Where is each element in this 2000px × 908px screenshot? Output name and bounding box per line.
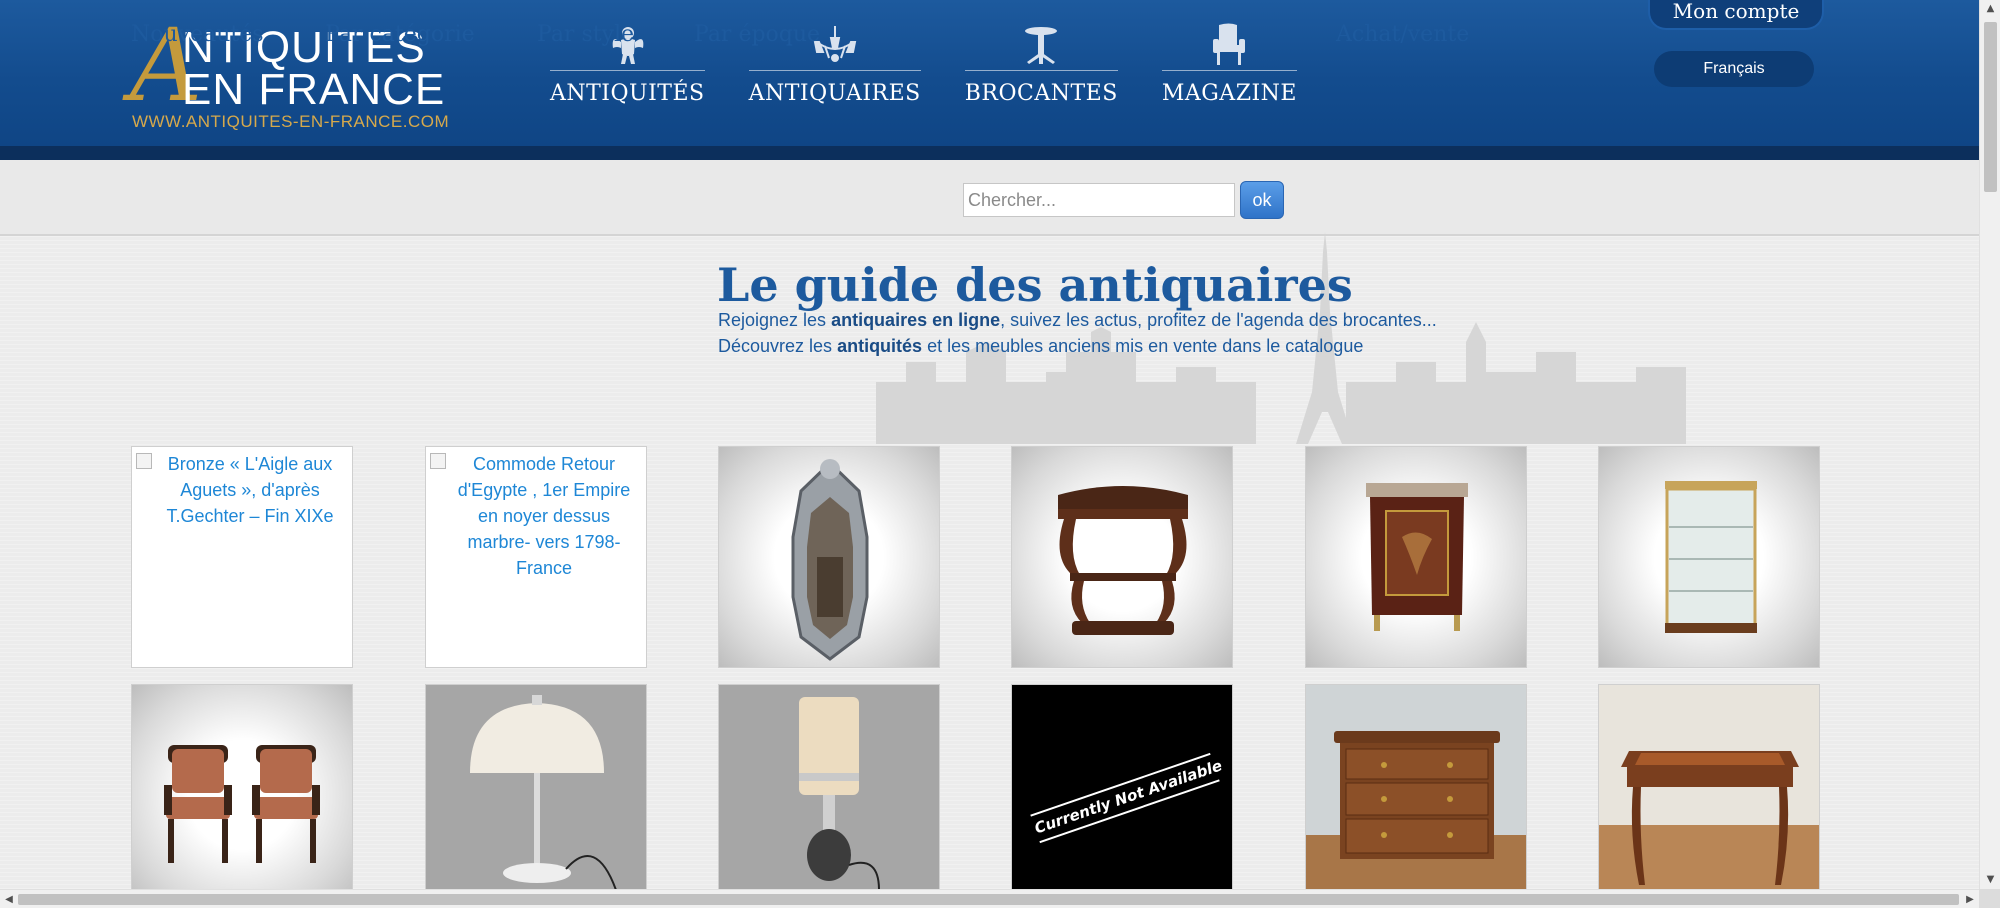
product-image-alt-text: Commode Retour d'Egypte , 1er Empire en … — [457, 454, 631, 578]
product-tile[interactable] — [718, 446, 940, 668]
product-tile[interactable] — [1598, 684, 1820, 889]
product-tile[interactable]: Currently Not Available — [1011, 684, 1233, 889]
nav-divider — [1161, 70, 1297, 71]
broken-image-icon — [430, 453, 446, 469]
cylinder-table-lamp-photo — [799, 697, 880, 889]
vertical-scrollbar[interactable]: ▲ ▼ — [1979, 0, 2000, 889]
intro-line-1-start: Rejoignez les — [718, 310, 832, 330]
site-header: A NTIQUITES EN FRANCE WWW.ANTIQUITES-EN-… — [0, 0, 1979, 146]
armchair-icon — [1204, 22, 1254, 68]
logo-url: WWW.ANTIQUITES-EN-FRANCE.COM — [132, 112, 450, 131]
nav-magazine-label: MAGAZINE — [1161, 81, 1297, 106]
horizontal-scrollbar[interactable]: ◀ ▶ — [0, 889, 1979, 908]
intro-line-1: Rejoignez les antiquaires en ligne, suiv… — [718, 310, 1437, 331]
logo-line-2: EN FRANCE — [182, 65, 446, 114]
horizontal-scroll-thumb[interactable] — [18, 894, 1959, 905]
header-bottom-strip — [0, 146, 1979, 160]
subnav-achat-vente[interactable]: Achat/vente — [1336, 22, 1469, 47]
search-submit-button[interactable]: ok — [1240, 181, 1284, 219]
intro-line-1-emphasis[interactable]: antiquaires en ligne — [831, 310, 1000, 330]
product-tile[interactable] — [131, 684, 353, 889]
scrollbar-corner — [1979, 889, 2000, 908]
page-title: Le guide des antiquaires — [717, 258, 1353, 312]
subnav-par-epoque[interactable]: Par époque — [694, 22, 820, 47]
page-viewport: A NTIQUITES EN FRANCE WWW.ANTIQUITES-EN-… — [0, 0, 1979, 889]
my-account-button[interactable]: Mon compte — [1648, 0, 1824, 30]
nav-divider — [748, 70, 921, 71]
intro-line-2-end: et les meubles anciens mis en vente dans… — [922, 336, 1364, 356]
scroll-down-arrow-icon[interactable]: ▼ — [1980, 871, 2000, 889]
subnav-nouveautes[interactable]: Nouveautés — [131, 22, 264, 47]
broken-image-icon — [136, 453, 152, 469]
subnav-par-categorie[interactable]: Par catégorie — [325, 22, 475, 47]
language-selector[interactable]: Français — [1654, 51, 1814, 87]
scroll-left-arrow-icon[interactable]: ◀ — [0, 890, 18, 908]
marquetry-cabinet-photo — [1366, 483, 1468, 631]
venetian-mirror-photo — [791, 459, 869, 661]
search-input[interactable] — [963, 183, 1235, 217]
pair-of-armchairs-photo — [164, 745, 320, 863]
product-tile[interactable] — [1305, 446, 1527, 668]
product-tile[interactable]: Commode Retour d'Egypte , 1er Empire en … — [425, 446, 647, 668]
intro-line-1-end: , suivez les actus, profitez de l'agenda… — [1000, 310, 1437, 330]
pedestal-table-icon — [1016, 22, 1066, 68]
nav-magazine[interactable]: MAGAZINE — [1161, 22, 1297, 106]
product-tile[interactable] — [425, 684, 647, 889]
product-image-alt-text: Bronze « L'Aigle aux Aguets », d'après T… — [166, 454, 334, 526]
mushroom-floor-lamp-photo — [470, 695, 617, 889]
main-navigation: ANTIQUITÉS ANTIQUAIRES BROCANTES MAGAZIN… — [550, 22, 1297, 106]
product-tile[interactable]: Bronze « L'Aigle aux Aguets », d'après T… — [131, 446, 353, 668]
nav-antiquaires-label: ANTIQUAIRES — [748, 81, 921, 106]
scroll-right-arrow-icon[interactable]: ▶ — [1961, 890, 1979, 908]
not-available-label: Currently Not Available — [1029, 749, 1224, 847]
nav-brocantes[interactable]: BROCANTES — [964, 22, 1118, 106]
nav-antiquites-label: ANTIQUITÉS — [550, 81, 705, 106]
subnav-par-style[interactable]: Par style — [537, 22, 634, 47]
nav-brocantes-label: BROCANTES — [964, 81, 1118, 106]
product-tile[interactable] — [1011, 446, 1233, 668]
intro-line-2-emphasis[interactable]: antiquités — [837, 336, 922, 356]
walnut-commode-photo — [1306, 731, 1526, 889]
leather-top-desk-photo — [1599, 751, 1819, 889]
intro-line-2: Découvrez les antiquités et les meubles … — [718, 336, 1363, 357]
product-tile[interactable] — [1598, 446, 1820, 668]
wall-shelf-photo — [1058, 486, 1188, 635]
intro-line-2-start: Découvrez les — [718, 336, 838, 356]
nav-divider — [550, 70, 705, 71]
scroll-up-arrow-icon[interactable]: ▲ — [1980, 0, 2000, 18]
nav-divider — [964, 70, 1118, 71]
glass-vitrine-photo — [1665, 481, 1757, 633]
product-tile[interactable] — [718, 684, 940, 889]
product-tile[interactable] — [1305, 684, 1527, 889]
vertical-scroll-thumb[interactable] — [1984, 22, 1997, 192]
